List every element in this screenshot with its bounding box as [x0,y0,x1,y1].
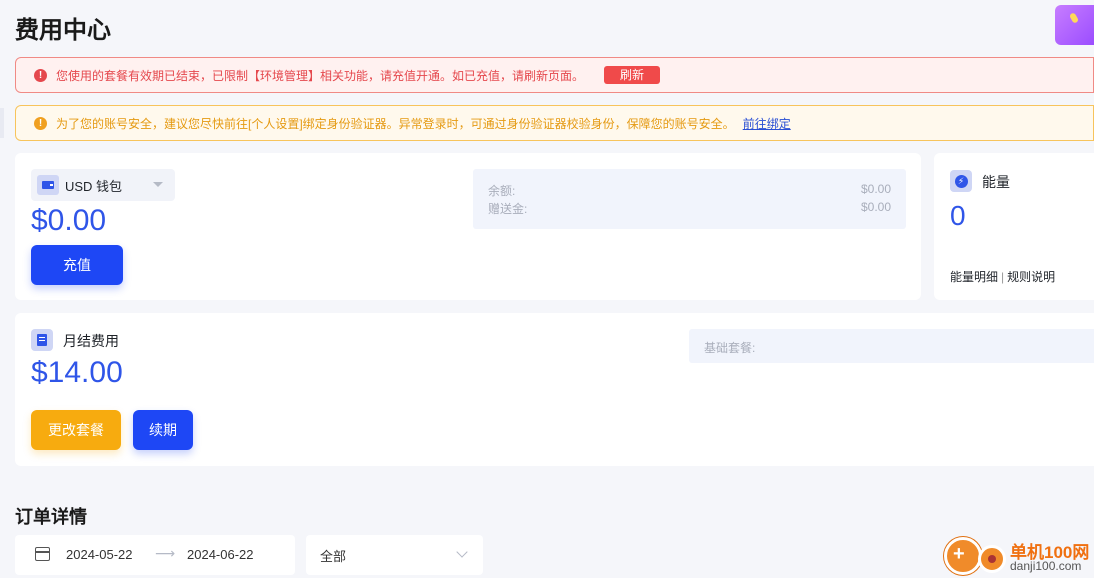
watermark: 单机100网 danji100.com [944,535,1094,578]
date-start[interactable]: 2024-05-22 [66,547,133,562]
promo-icon [1068,12,1080,24]
energy-card: ⚡ 能量 0 能量明细 | 规则说明 [934,153,1094,300]
date-end[interactable]: 2024-06-22 [187,547,254,562]
bind-authenticator-link[interactable]: 前往绑定 [743,115,791,132]
balance-value: $0.00 [860,182,891,196]
order-details-title: 订单详情 [15,507,87,527]
recharge-button[interactable]: 充值 [31,245,123,285]
monthly-fee-amount: $14.00 [31,356,123,389]
energy-detail-link[interactable]: 能量明细 [950,270,998,284]
wallet-select-value: USD 钱包 [65,178,123,194]
error-circle-icon: ! [34,68,47,82]
plan-label: 基础套餐: [704,341,756,355]
promo-badge[interactable] [1055,5,1094,45]
energy-title: 能量 [982,174,1010,190]
document-icon [31,329,53,351]
change-plan-button[interactable]: 更改套餐 [31,410,121,450]
plan-info-box: 基础套餐: [689,329,1094,363]
order-status-select[interactable]: 全部 [306,535,483,575]
renew-button[interactable]: 续期 [133,410,193,450]
arrow-right-icon: ⟶ [155,545,176,561]
chevron-down-icon [456,546,468,558]
calendar-icon [35,547,50,561]
monthly-fee-card: 月结费用 $14.00 更改套餐 续期 基础套餐: [15,313,1094,466]
balance-box: 余额: $0.00 赠送金: $0.00 [473,169,906,229]
bonus-label: 赠送金: [488,202,528,216]
warning-circle-icon: ! [34,116,47,130]
caret-down-icon [153,182,163,187]
wallet-amount: $0.00 [31,204,107,237]
wallet-select[interactable]: USD 钱包 [31,169,175,201]
order-status-value: 全部 [320,549,347,564]
expired-plan-alert-text: 您使用的套餐有效期已结束，已限制【环境管理】相关功能，请充值开通。如已充值，请刷… [56,68,585,83]
security-alert: ! 为了您的账号安全，建议您尽快前往[个人设置]绑定身份验证器。异常登录时，可通… [15,105,1094,141]
expired-plan-alert: ! 您使用的套餐有效期已结束，已限制【环境管理】相关功能，请充值开通。如已充值，… [15,57,1094,93]
bonus-value: $0.00 [860,200,891,214]
refresh-button[interactable]: 刷新 [604,66,661,84]
wallet-card: USD 钱包 $0.00 充值 余额: $0.00 赠送金: $0.00 [15,153,921,300]
energy-value: 0 [950,200,966,231]
lightning-icon: ⚡ [950,170,972,192]
sidebar-collapse-handle[interactable] [0,108,4,138]
watermark-domain: danji100.com [1010,559,1082,573]
wallet-icon [37,175,59,195]
energy-rules-link[interactable]: 规则说明 [1007,270,1055,284]
monthly-fee-title: 月结费用 [63,333,119,349]
balance-label: 余额: [488,184,516,198]
date-range-picker[interactable]: 2024-05-22 ⟶ 2024-06-22 [15,535,295,575]
energy-links: 能量明细 | 规则说明 [950,268,1055,285]
page-title: 费用中心 [15,17,111,44]
security-alert-text: 为了您的账号安全，建议您尽快前往[个人设置]绑定身份验证器。异常登录时，可通过身… [56,116,735,131]
link-separator: | [1001,270,1005,284]
watermark-logo-icon [944,537,982,575]
watermark-logo-icon-2 [978,545,1006,573]
